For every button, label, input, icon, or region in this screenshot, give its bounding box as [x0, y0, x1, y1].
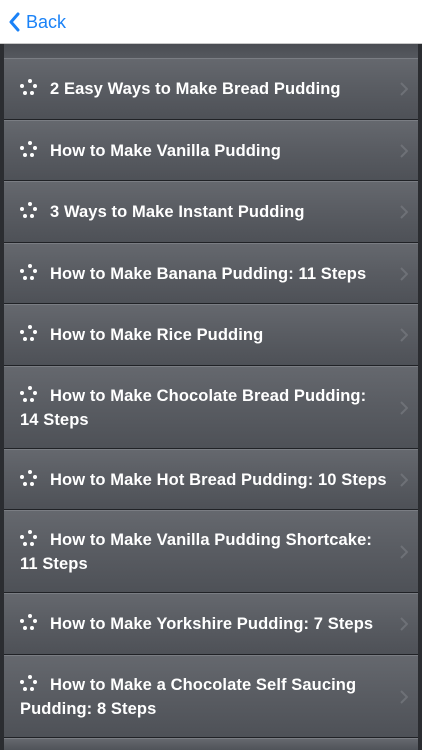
dots-icon [20, 202, 40, 220]
list-item-label: How to Make a Chocolate Self Saucing Pud… [20, 675, 357, 718]
back-button[interactable]: Back [8, 8, 66, 36]
dots-icon [20, 325, 40, 343]
list-item-label: 2 Easy Ways to Make Bread Pudding [50, 80, 341, 98]
navigation-bar: Back [0, 0, 422, 44]
list-item-label: How to Make Vanilla Pudding Shortcake: 1… [20, 530, 372, 573]
chevron-right-icon [400, 328, 408, 342]
list-item[interactable]: How to Make Hot Bread Pudding: 10 Steps [4, 449, 418, 510]
chevron-right-icon [400, 472, 408, 487]
dots-icon [20, 385, 40, 404]
back-label: Back [26, 11, 67, 32]
list-item-label: 3 Ways to Make Instant Pudding [50, 203, 305, 221]
chevron-right-icon [400, 205, 408, 219]
chevron-left-icon [9, 12, 20, 32]
dots-icon [20, 79, 40, 97]
list-item-label: How to Make Chocolate Bread Pudding: 14 … [20, 386, 367, 429]
list-item-label: How to Make Banana Pudding: 11 Steps [50, 264, 367, 283]
chevron-right-icon [400, 400, 408, 415]
chevron-right-icon [400, 544, 408, 559]
list-top-divider [4, 44, 418, 59]
list-item[interactable]: How to Make Banana Pudding: 11 Steps [4, 243, 418, 304]
chevron-right-icon [400, 266, 408, 281]
chevron-right-icon [400, 689, 408, 704]
list-item[interactable]: How to Make Yorkshire Pudding: 7 Steps [4, 593, 418, 655]
list-item-label: How to Make Hot Bread Pudding: 10 Steps [50, 470, 387, 489]
list-item-label: How to Make Vanilla Pudding [50, 141, 281, 160]
article-list[interactable]: 2 Easy Ways to Make Bread Pudding How to… [0, 44, 422, 750]
list-item[interactable]: 3 Ways to Make Instant Pudding [4, 181, 418, 243]
dots-icon [20, 263, 40, 282]
list-item[interactable]: How to Make Rice Pudding [4, 304, 418, 366]
list-item-label: How to Make Yorkshire Pudding: 7 Steps [50, 615, 374, 633]
dots-icon [20, 140, 40, 159]
chevron-right-icon [400, 143, 408, 158]
list-item[interactable]: How to Make Vanilla Pudding Shortcake: 1… [4, 510, 418, 593]
dots-icon [20, 469, 40, 488]
list-item[interactable]: 2 Easy Ways to Make Bread Pudding [4, 58, 418, 120]
list-item[interactable]: How to Make Chocolate Bread Pudding: 14 … [4, 366, 418, 449]
list-item-partial [4, 738, 418, 750]
list-item[interactable]: How to Make Vanilla Pudding [4, 120, 418, 181]
list-item[interactable]: How to Make a Chocolate Self Saucing Pud… [4, 655, 418, 738]
chevron-right-icon [400, 82, 408, 96]
dots-icon [20, 674, 40, 693]
dots-icon [20, 529, 40, 548]
dots-icon [20, 614, 40, 632]
chevron-right-icon [400, 617, 408, 631]
list-item-label: How to Make Rice Pudding [50, 326, 264, 344]
